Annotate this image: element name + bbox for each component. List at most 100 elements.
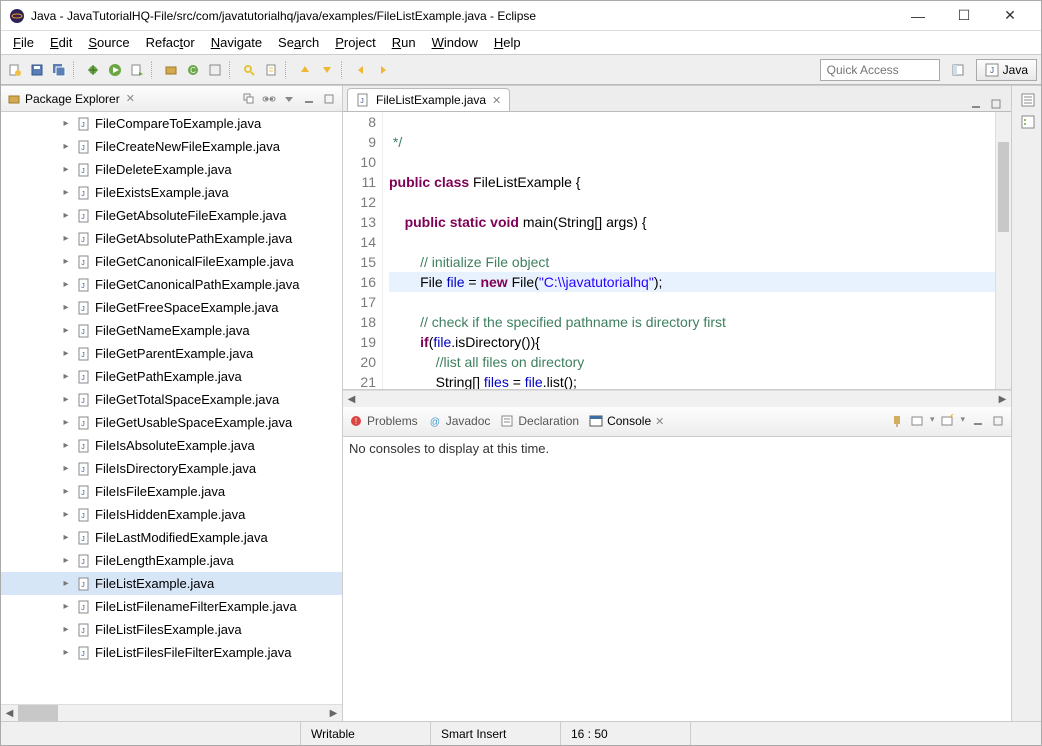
- tree-item[interactable]: ▸JFileListFilesExample.java: [1, 618, 342, 641]
- editor-tab[interactable]: J FileListExample.java ✕: [347, 88, 510, 111]
- minimize-button[interactable]: —: [895, 1, 941, 31]
- chevron-right-icon[interactable]: ▸: [61, 164, 71, 175]
- open-console-icon[interactable]: [940, 414, 954, 428]
- back-button[interactable]: [351, 60, 371, 80]
- tab-problems[interactable]: ! Problems: [349, 414, 418, 428]
- maximize-panel-icon[interactable]: [991, 414, 1005, 428]
- tree-item[interactable]: ▸JFileGetUsableSpaceExample.java: [1, 411, 342, 434]
- chevron-right-icon[interactable]: ▸: [61, 578, 71, 589]
- menu-search[interactable]: Search: [270, 33, 327, 52]
- chevron-right-icon[interactable]: ▸: [61, 463, 71, 474]
- tree-item[interactable]: ▸JFileListFilenameFilterExample.java: [1, 595, 342, 618]
- tree-item[interactable]: ▸JFileGetAbsolutePathExample.java: [1, 227, 342, 250]
- chevron-right-icon[interactable]: ▸: [61, 302, 71, 313]
- debug-button[interactable]: [83, 60, 103, 80]
- open-perspective-button[interactable]: [948, 60, 968, 80]
- prev-annotation-button[interactable]: [295, 60, 315, 80]
- maximize-button[interactable]: ☐: [941, 1, 987, 31]
- scroll-right-icon[interactable]: ▶: [994, 391, 1011, 407]
- scrollbar-thumb[interactable]: [998, 142, 1009, 232]
- chevron-right-icon[interactable]: ▸: [61, 532, 71, 543]
- tree-item[interactable]: ▸JFileIsDirectoryExample.java: [1, 457, 342, 480]
- tree-item[interactable]: ▸JFileGetAbsoluteFileExample.java: [1, 204, 342, 227]
- scroll-left-icon[interactable]: ◀: [343, 391, 360, 407]
- minimize-panel-icon[interactable]: [971, 414, 985, 428]
- chevron-right-icon[interactable]: ▸: [61, 233, 71, 244]
- quick-access-input[interactable]: [820, 59, 940, 81]
- chevron-right-icon[interactable]: ▸: [61, 624, 71, 635]
- scroll-right-icon[interactable]: ▶: [325, 705, 342, 721]
- chevron-right-icon[interactable]: ▸: [61, 555, 71, 566]
- tree-item[interactable]: ▸JFileGetCanonicalFileExample.java: [1, 250, 342, 273]
- tree-horizontal-scrollbar[interactable]: ◀ ▶: [1, 704, 342, 721]
- chevron-right-icon[interactable]: ▸: [61, 256, 71, 267]
- display-console-icon[interactable]: [910, 414, 924, 428]
- maximize-view-icon[interactable]: [322, 92, 336, 106]
- tree-item[interactable]: ▸JFileIsHiddenExample.java: [1, 503, 342, 526]
- maximize-editor-icon[interactable]: [989, 97, 1003, 111]
- link-editor-icon[interactable]: [262, 92, 276, 106]
- chevron-right-icon[interactable]: ▸: [61, 187, 71, 198]
- tree-item[interactable]: ▸JFileExistsExample.java: [1, 181, 342, 204]
- menu-source[interactable]: Source: [80, 33, 137, 52]
- tree-item[interactable]: ▸JFileGetFreeSpaceExample.java: [1, 296, 342, 319]
- chevron-right-icon[interactable]: ▸: [61, 210, 71, 221]
- tab-javadoc[interactable]: @ Javadoc: [428, 414, 491, 428]
- save-all-button[interactable]: [49, 60, 69, 80]
- tab-declaration[interactable]: Declaration: [500, 414, 579, 428]
- tree-item[interactable]: ▸JFileGetParentExample.java: [1, 342, 342, 365]
- next-annotation-button[interactable]: [317, 60, 337, 80]
- chevron-right-icon[interactable]: ▸: [61, 601, 71, 612]
- chevron-right-icon[interactable]: ▸: [61, 394, 71, 405]
- chevron-right-icon[interactable]: ▸: [61, 348, 71, 359]
- scroll-left-icon[interactable]: ◀: [1, 705, 18, 721]
- chevron-right-icon[interactable]: ▸: [61, 440, 71, 451]
- chevron-right-icon[interactable]: ▸: [61, 509, 71, 520]
- new-button[interactable]: [5, 60, 25, 80]
- minimize-view-icon[interactable]: [302, 92, 316, 106]
- search-button[interactable]: [239, 60, 259, 80]
- view-close-icon[interactable]: ✕: [126, 92, 135, 105]
- editor-vertical-scrollbar[interactable]: [995, 112, 1011, 389]
- chevron-right-icon[interactable]: ▸: [61, 141, 71, 152]
- tab-console[interactable]: Console ✕: [589, 414, 664, 428]
- save-button[interactable]: [27, 60, 47, 80]
- forward-button[interactable]: [373, 60, 393, 80]
- toggle-mark-button[interactable]: [261, 60, 281, 80]
- run-button[interactable]: [105, 60, 125, 80]
- view-menu-icon[interactable]: [282, 92, 296, 106]
- tree-item[interactable]: ▸JFileListFilesFileFilterExample.java: [1, 641, 342, 664]
- chevron-right-icon[interactable]: ▸: [61, 371, 71, 382]
- tree-item[interactable]: ▸JFileIsFileExample.java: [1, 480, 342, 503]
- tree-item[interactable]: ▸JFileLengthExample.java: [1, 549, 342, 572]
- close-tab-icon[interactable]: ✕: [655, 415, 664, 428]
- tree-item[interactable]: ▸JFileListExample.java: [1, 572, 342, 595]
- menu-window[interactable]: Window: [424, 33, 486, 52]
- task-list-icon[interactable]: [1020, 114, 1034, 128]
- close-tab-icon[interactable]: ✕: [492, 94, 501, 107]
- menu-run[interactable]: Run: [384, 33, 424, 52]
- tree-item[interactable]: ▸JFileGetTotalSpaceExample.java: [1, 388, 342, 411]
- close-button[interactable]: ✕: [987, 1, 1033, 31]
- minimize-editor-icon[interactable]: [969, 97, 983, 111]
- tree-item[interactable]: ▸JFileGetPathExample.java: [1, 365, 342, 388]
- open-type-button[interactable]: [205, 60, 225, 80]
- new-class-button[interactable]: C: [183, 60, 203, 80]
- menu-navigate[interactable]: Navigate: [203, 33, 270, 52]
- pin-console-icon[interactable]: [890, 414, 904, 428]
- chevron-right-icon[interactable]: ▸: [61, 417, 71, 428]
- code-content[interactable]: */public class FileListExample { public …: [383, 112, 995, 389]
- collapse-all-icon[interactable]: [242, 92, 256, 106]
- tree-item[interactable]: ▸JFileDeleteExample.java: [1, 158, 342, 181]
- run-last-button[interactable]: [127, 60, 147, 80]
- menu-refactor[interactable]: Refactor: [138, 33, 203, 52]
- tree-item[interactable]: ▸JFileCompareToExample.java: [1, 112, 342, 135]
- dropdown-icon[interactable]: ▾: [960, 414, 965, 428]
- chevron-right-icon[interactable]: ▸: [61, 647, 71, 658]
- editor-horizontal-scrollbar[interactable]: ◀ ▶: [343, 390, 1011, 407]
- tree-item[interactable]: ▸JFileCreateNewFileExample.java: [1, 135, 342, 158]
- menu-file[interactable]: File: [5, 33, 42, 52]
- chevron-right-icon[interactable]: ▸: [61, 279, 71, 290]
- new-package-button[interactable]: [161, 60, 181, 80]
- dropdown-icon[interactable]: ▾: [930, 414, 935, 428]
